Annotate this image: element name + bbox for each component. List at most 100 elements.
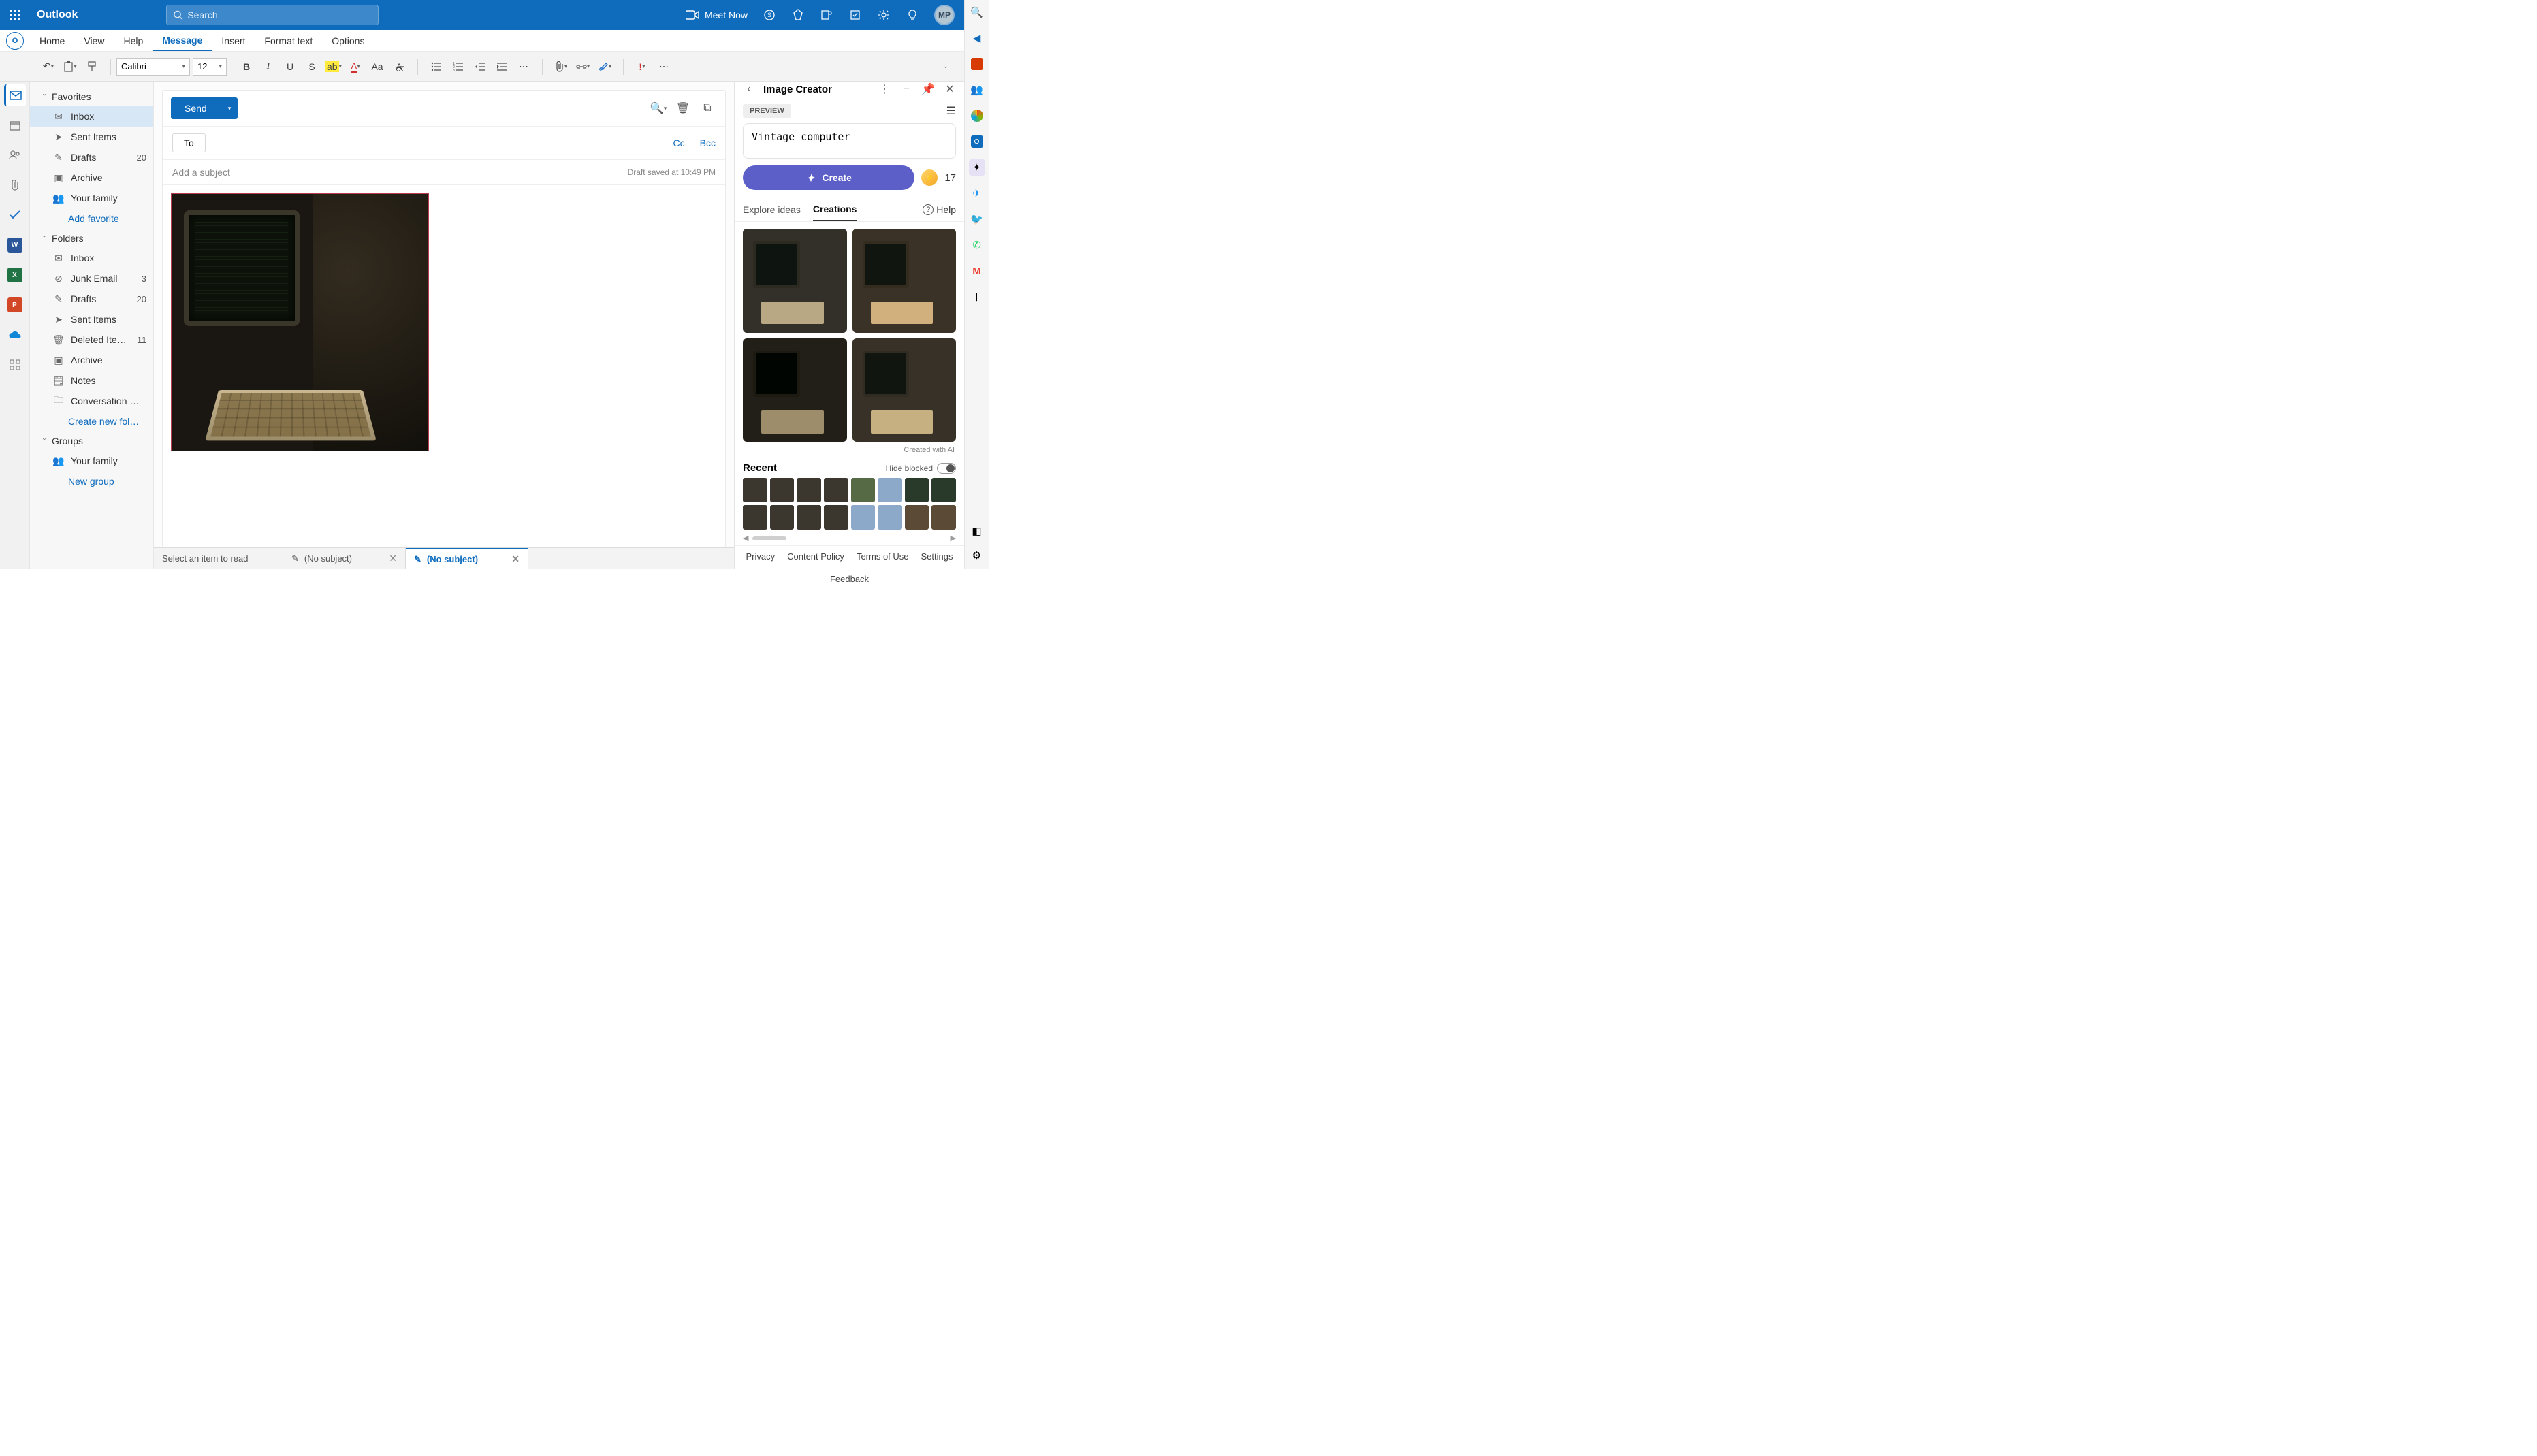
close-icon[interactable]: ✕ [511, 553, 520, 565]
close-icon[interactable]: ✕ [942, 82, 957, 97]
paste-button[interactable]: ▾ [61, 57, 79, 76]
win365-icon[interactable] [969, 56, 985, 72]
recent-thumb[interactable] [824, 478, 848, 502]
groups-header[interactable]: ›Groups [30, 432, 153, 451]
discard-button[interactable]: 🗑 [673, 99, 692, 118]
people-rail-icon[interactable] [4, 144, 26, 166]
underline-button[interactable]: U [281, 57, 299, 76]
tab-format-text[interactable]: Format text [255, 30, 322, 51]
folder-conversation-history[interactable]: 🗀Conversation … [30, 391, 153, 411]
premium-icon[interactable] [791, 8, 805, 22]
mail-rail-icon[interactable] [4, 84, 26, 106]
hamburger-icon[interactable]: ☰ [946, 104, 956, 118]
recent-thumb[interactable] [824, 505, 848, 530]
search-box[interactable] [166, 5, 379, 25]
new-group-link[interactable]: New group [30, 471, 153, 491]
recent-thumb[interactable] [770, 505, 795, 530]
bcc-link[interactable]: Bcc [700, 137, 716, 148]
bullet-list-button[interactable] [428, 57, 445, 76]
back-icon[interactable]: ‹ [741, 82, 756, 97]
generated-image-4[interactable] [852, 338, 957, 442]
create-button[interactable]: Create [743, 165, 914, 190]
recent-thumb[interactable] [851, 478, 876, 502]
generated-image-3[interactable] [743, 338, 847, 442]
folder-your-family-fav[interactable]: 👥Your family [30, 188, 153, 208]
folder-notes[interactable]: 🗒Notes [30, 370, 153, 391]
cc-link[interactable]: Cc [673, 137, 685, 148]
close-icon[interactable]: ✕ [389, 553, 397, 564]
skype-icon[interactable]: S [763, 8, 776, 22]
tab-view[interactable]: View [74, 30, 114, 51]
increase-indent-button[interactable] [493, 57, 511, 76]
folder-drafts-fav[interactable]: ✎Drafts20 [30, 147, 153, 167]
folder-sent[interactable]: ➤Sent Items [30, 309, 153, 329]
draft-tab-2[interactable]: ✎(No subject)✕ [406, 548, 528, 569]
email-body[interactable] [163, 185, 725, 547]
settings-icon[interactable] [877, 8, 891, 22]
terms-link[interactable]: Terms of Use [857, 551, 909, 562]
settings-rail-icon[interactable]: ⚙ [969, 547, 985, 564]
folder-deleted[interactable]: 🗑Deleted Ite…11 [30, 329, 153, 350]
hide-blocked-toggle[interactable] [937, 463, 956, 474]
recent-thumb[interactable] [931, 478, 956, 502]
prompt-input[interactable]: Vintage computer [743, 123, 956, 159]
send-app-icon[interactable]: ✈ [969, 185, 985, 201]
recent-thumb[interactable] [743, 478, 767, 502]
favorites-header[interactable]: ›Favorites [30, 87, 153, 106]
notify-icon[interactable] [848, 8, 862, 22]
font-family-select[interactable]: Calibri▾ [116, 58, 190, 76]
account-avatar[interactable]: MP [934, 5, 955, 25]
outlook-icon[interactable]: O [969, 133, 985, 150]
help-link[interactable]: ?Help [923, 204, 956, 215]
tab-help[interactable]: Help [114, 30, 153, 51]
recent-thumb[interactable] [797, 478, 821, 502]
minimize-icon[interactable]: − [899, 82, 914, 97]
recent-thumb[interactable] [931, 505, 956, 530]
files-rail-icon[interactable] [4, 174, 26, 196]
twitter-icon[interactable]: 🐦 [969, 211, 985, 227]
excel-app-icon[interactable]: X [4, 264, 26, 286]
add-app-icon[interactable]: ＋ [969, 289, 985, 305]
scroll-right-icon[interactable]: ▶ [951, 534, 956, 543]
more-apps-icon[interactable] [4, 354, 26, 376]
numbered-list-button[interactable]: 123 [449, 57, 467, 76]
boost-coin-icon[interactable]: ⚡ [921, 169, 938, 186]
importance-button[interactable]: !▾ [633, 57, 651, 76]
decrease-indent-button[interactable] [471, 57, 489, 76]
search-input[interactable] [187, 10, 372, 20]
folder-junk[interactable]: ⊘Junk Email3 [30, 268, 153, 289]
select-item-tab[interactable]: Select an item to read [154, 548, 283, 569]
gmail-icon[interactable]: M [969, 263, 985, 279]
undo-button[interactable]: ↶ ▾ [39, 57, 57, 76]
more-formatting-button[interactable]: ⋯ [515, 57, 532, 76]
settings-link[interactable]: Settings [921, 551, 953, 562]
folder-sent-fav[interactable]: ➤Sent Items [30, 127, 153, 147]
popout-button[interactable]: ⧉ [698, 99, 717, 118]
recent-thumb[interactable] [905, 505, 929, 530]
explore-tab[interactable]: Explore ideas [743, 199, 801, 221]
tab-message[interactable]: Message [153, 30, 212, 51]
more-icon[interactable]: ⋮ [877, 82, 892, 97]
folders-header[interactable]: ›Folders [30, 229, 153, 248]
send-dropdown[interactable]: ▾ [221, 97, 238, 119]
recent-thumb[interactable] [878, 478, 902, 502]
creations-tab[interactable]: Creations [813, 198, 857, 221]
onedrive-app-icon[interactable] [4, 324, 26, 346]
folder-inbox-fav[interactable]: ✉Inbox [30, 106, 153, 127]
draft-tab-1[interactable]: ✎(No subject)✕ [283, 548, 406, 569]
italic-button[interactable]: I [259, 57, 277, 76]
change-case-button[interactable]: Aa [368, 57, 386, 76]
to-field[interactable] [214, 137, 658, 148]
subject-field[interactable] [172, 167, 628, 178]
folder-archive-fav[interactable]: ▣Archive [30, 167, 153, 188]
scrollbar[interactable] [752, 536, 786, 540]
folder-inbox[interactable]: ✉Inbox [30, 248, 153, 268]
folder-drafts[interactable]: ✎Drafts20 [30, 289, 153, 309]
format-painter-button[interactable] [83, 57, 101, 76]
side-panel-icon[interactable]: ◧ [969, 523, 985, 539]
designer-icon[interactable]: ✦ [969, 159, 985, 176]
bold-button[interactable]: B [238, 57, 255, 76]
recent-thumb[interactable] [851, 505, 876, 530]
expand-icon[interactable]: ◀ [969, 30, 985, 46]
word-app-icon[interactable]: W [4, 234, 26, 256]
